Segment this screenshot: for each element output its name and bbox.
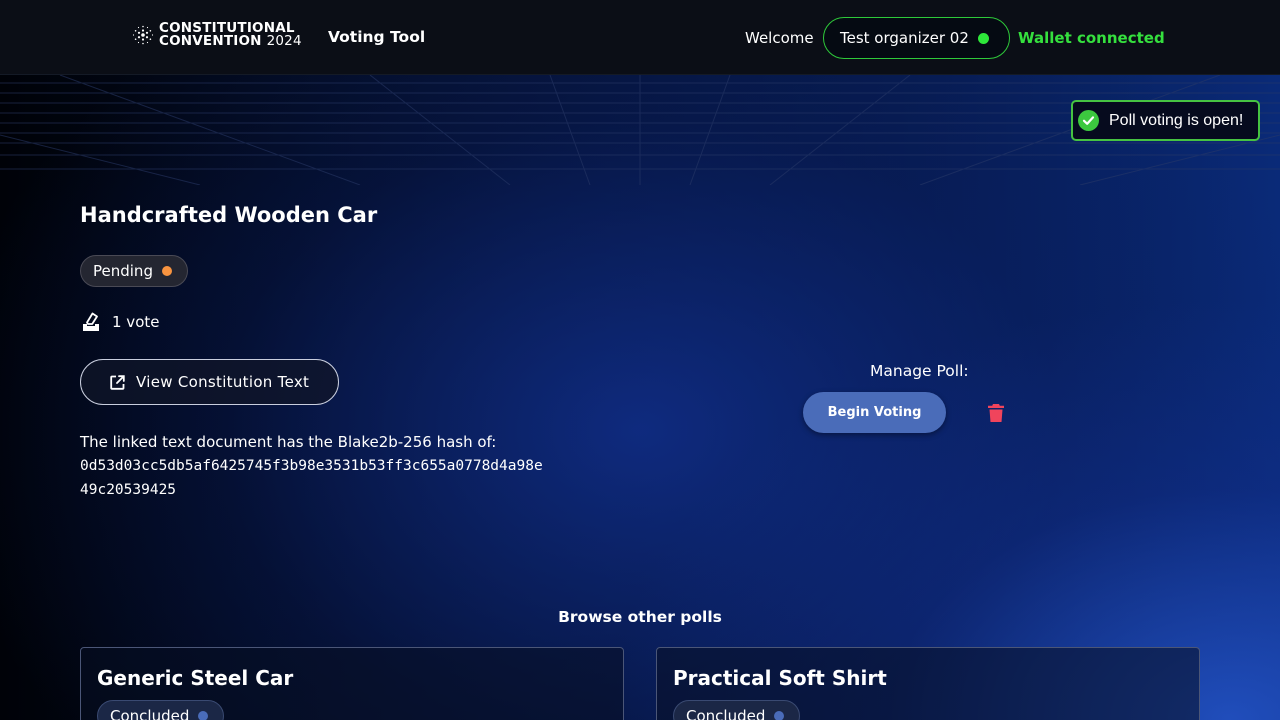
cardano-logo-icon bbox=[132, 25, 154, 45]
ballot-box-icon bbox=[83, 312, 99, 331]
manage-poll-label: Manage Poll: bbox=[870, 362, 969, 380]
trash-icon[interactable] bbox=[987, 403, 1005, 423]
status-badge: Concluded bbox=[673, 700, 800, 720]
poll-card-title: Practical Soft Shirt bbox=[673, 666, 887, 690]
poll-card-title: Generic Steel Car bbox=[97, 666, 294, 690]
toast-message: Poll voting is open! bbox=[1109, 111, 1244, 129]
user-name: Test organizer 02 bbox=[840, 29, 969, 47]
logo-convention: CONVENTION bbox=[159, 33, 262, 49]
view-constitution-label: View Constitution Text bbox=[136, 373, 310, 391]
poll-card[interactable]: Generic Steel Car Concluded bbox=[80, 647, 624, 720]
user-account-button[interactable]: Test organizer 02 bbox=[823, 17, 1010, 59]
vote-count: 1 vote bbox=[80, 311, 159, 333]
connected-status-dot bbox=[977, 32, 989, 44]
status-label: Concluded bbox=[110, 707, 190, 720]
status-label: Concluded bbox=[686, 707, 766, 720]
logo[interactable]: CONSTITUTIONAL CONVENTION 2024 bbox=[132, 20, 302, 50]
hash-value: 0d53d03cc5db5af6425745f3b98e3531b53ff3c6… bbox=[80, 458, 543, 498]
poll-card[interactable]: Practical Soft Shirt Concluded bbox=[656, 647, 1200, 720]
external-link-icon bbox=[110, 374, 125, 390]
begin-voting-button[interactable]: Begin Voting bbox=[803, 392, 946, 433]
pending-status-dot bbox=[161, 266, 172, 276]
logo-year: 2024 bbox=[266, 33, 302, 49]
top-navbar: CONSTITUTIONAL CONVENTION 2024 Voting To… bbox=[0, 0, 1280, 75]
view-constitution-button[interactable]: View Constitution Text bbox=[80, 359, 339, 405]
logo-text: CONSTITUTIONAL CONVENTION 2024 bbox=[159, 21, 302, 49]
poll-title: Handcrafted Wooden Car bbox=[80, 203, 378, 227]
toast-notification[interactable]: Poll voting is open! bbox=[1071, 100, 1260, 141]
concluded-status-dot bbox=[774, 711, 785, 720]
concluded-status-dot bbox=[198, 711, 209, 720]
welcome-label: Welcome bbox=[745, 29, 814, 47]
wallet-status: Wallet connected bbox=[1018, 29, 1165, 47]
logo-line-2: CONVENTION 2024 bbox=[159, 33, 302, 49]
status-badge: Concluded bbox=[97, 700, 224, 720]
status-label: Pending bbox=[93, 262, 153, 280]
check-circle-icon bbox=[1078, 110, 1099, 131]
hash-intro: The linked text document has the Blake2b… bbox=[80, 433, 497, 451]
status-badge: Pending bbox=[80, 255, 188, 287]
vote-count-label: 1 vote bbox=[112, 313, 160, 331]
nav-voting-tool[interactable]: Voting Tool bbox=[328, 28, 425, 46]
hash-info: The linked text document has the Blake2b… bbox=[80, 430, 560, 502]
browse-polls-title: Browse other polls bbox=[558, 608, 722, 626]
